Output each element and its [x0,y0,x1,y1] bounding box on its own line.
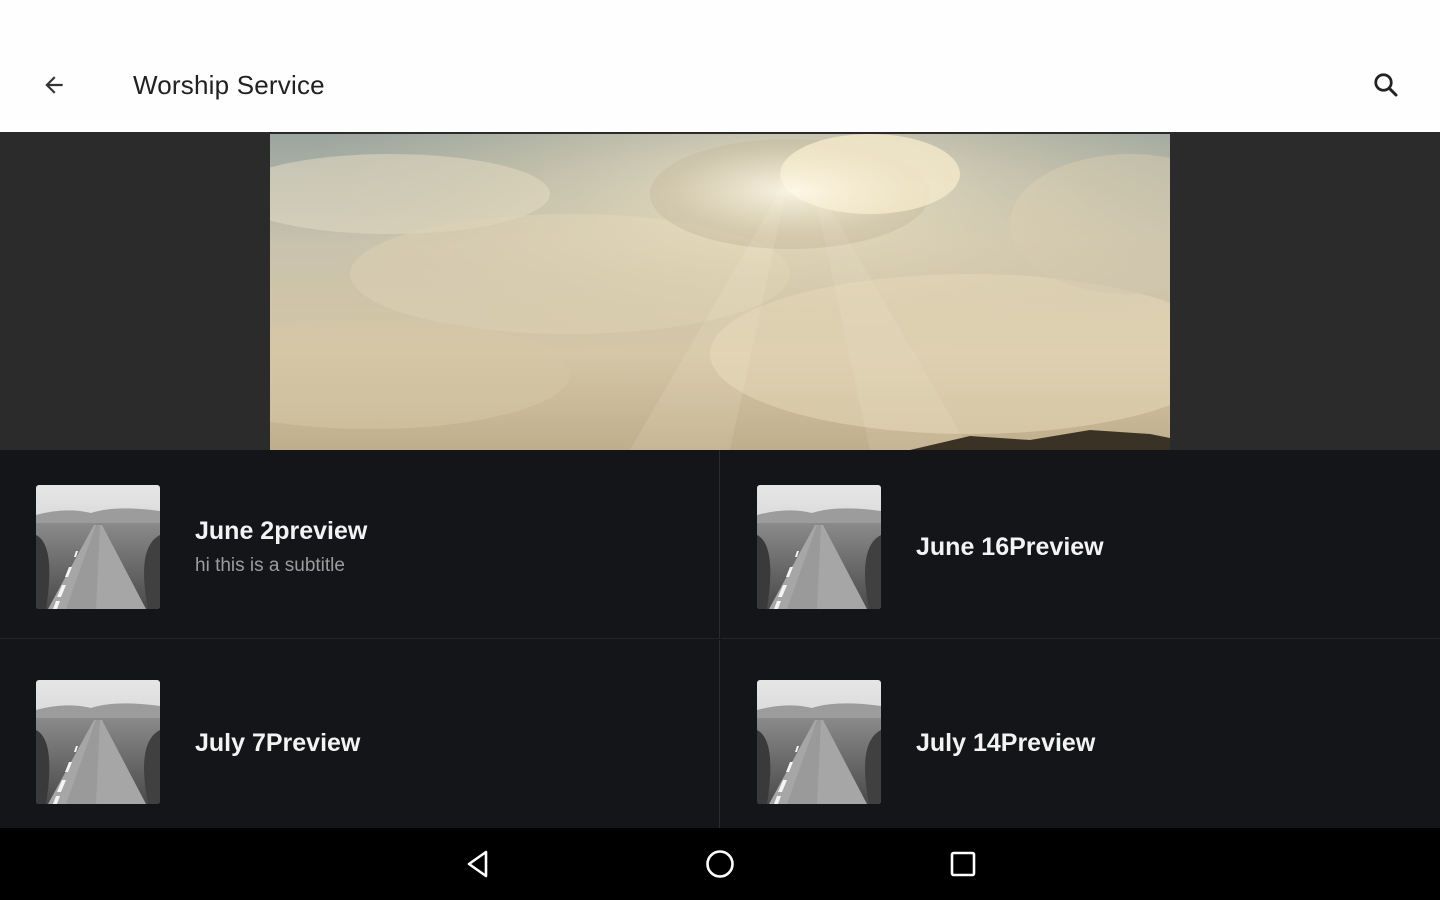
nav-recents-icon [950,851,976,877]
nav-recents-button[interactable] [933,840,993,888]
item-subtitle: hi this is a subtitle [195,555,345,576]
item-title: June 2preview [195,517,368,545]
item-title: July 7Preview [195,729,361,757]
hero-band [0,132,1440,450]
road-landscape-thumbnail [757,680,881,804]
system-nav-bar [0,828,1440,900]
page-title: Worship Service [133,70,325,100]
nav-home-button[interactable] [690,840,750,888]
road-landscape-thumbnail [757,485,881,609]
hero-banner-image [270,134,1170,450]
content-grid: June 2preview hi this is a subtitle June… [0,450,1440,828]
list-item[interactable]: July 14Preview [721,640,1440,828]
nav-back-icon [467,850,488,878]
item-title: July 14Preview [916,729,1096,757]
list-item[interactable]: July 7Preview [0,640,720,828]
list-item[interactable]: June 16Preview [721,450,1440,639]
app-bar: Worship Service [0,0,1440,132]
nav-back-button[interactable] [448,840,508,888]
nav-home-icon [706,850,734,878]
road-landscape-thumbnail [36,680,160,804]
search-button[interactable] [1362,62,1410,108]
list-item[interactable]: June 2preview hi this is a subtitle [0,450,720,639]
search-icon [1374,73,1398,97]
road-landscape-thumbnail [36,485,160,609]
back-button[interactable] [30,64,78,106]
arrow-back-icon [45,76,63,94]
item-title: June 16Preview [916,533,1104,561]
